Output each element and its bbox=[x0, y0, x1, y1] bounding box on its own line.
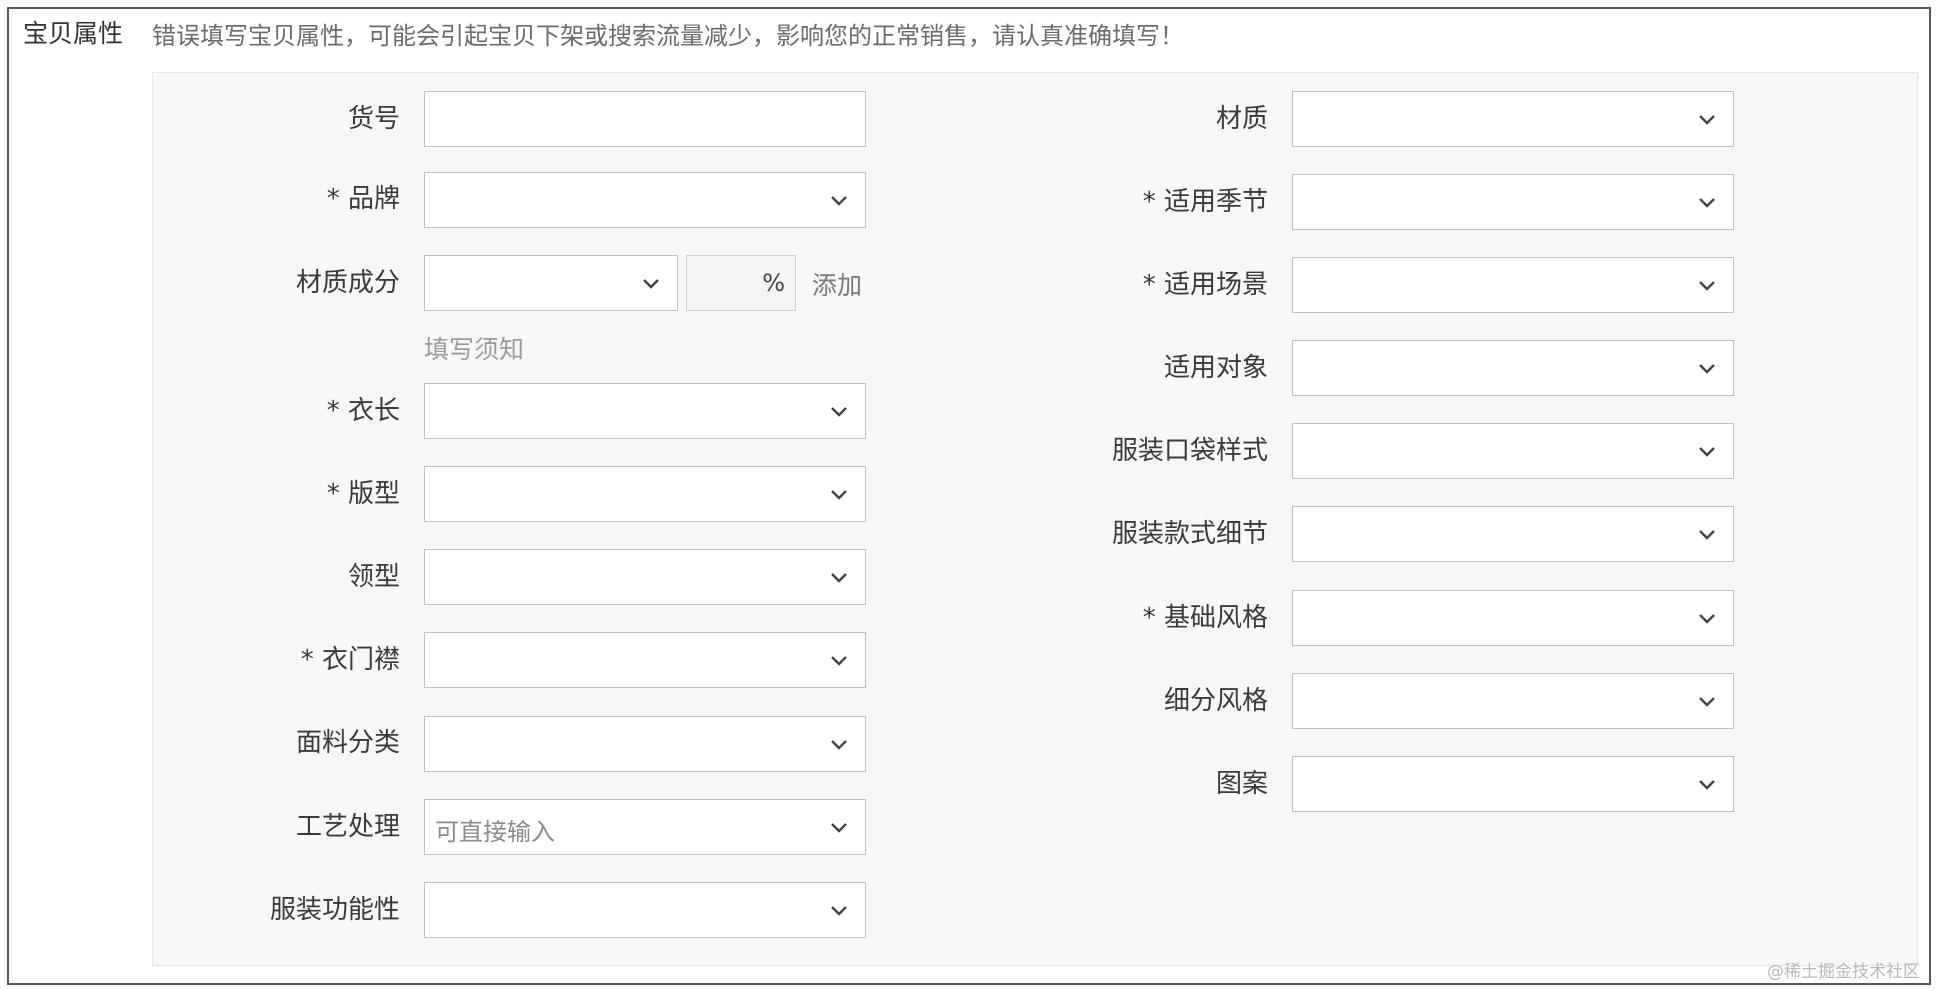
percent-symbol: % bbox=[762, 269, 785, 297]
label-collar: 领型 bbox=[347, 562, 400, 592]
fill-instructions-link[interactable]: 填写须知 bbox=[424, 330, 524, 366]
chevron-down-icon bbox=[1699, 614, 1715, 624]
label-style-detail: 服装款式细节 bbox=[1111, 519, 1268, 549]
material-composition-select[interactable] bbox=[424, 255, 678, 311]
chevron-down-icon bbox=[643, 279, 659, 289]
label-material: 材质 bbox=[1215, 104, 1268, 134]
label-target: 适用对象 bbox=[1163, 353, 1268, 383]
placket-select[interactable] bbox=[424, 632, 866, 688]
pocket-style-select[interactable] bbox=[1292, 423, 1734, 479]
label-scene: * 适用场景 bbox=[1142, 270, 1268, 300]
chevron-down-icon bbox=[831, 490, 847, 500]
label-material-composition: 材质成分 bbox=[295, 268, 400, 298]
pattern-select[interactable] bbox=[1292, 756, 1734, 812]
chevron-down-icon bbox=[831, 740, 847, 750]
chevron-down-icon bbox=[1699, 447, 1715, 457]
label-base-style: * 基础风格 bbox=[1142, 603, 1268, 633]
label-sub-style: 细分风格 bbox=[1163, 686, 1268, 716]
add-material-link[interactable]: 添加 bbox=[812, 266, 862, 302]
target-select[interactable] bbox=[1292, 340, 1734, 396]
chevron-down-icon bbox=[1699, 780, 1715, 790]
label-length: * 衣长 bbox=[326, 396, 400, 426]
fabric-category-select[interactable] bbox=[424, 716, 866, 772]
label-pattern: 图案 bbox=[1215, 769, 1268, 799]
chevron-down-icon bbox=[831, 407, 847, 417]
process-placeholder: 可直接输入 bbox=[435, 818, 555, 846]
chevron-down-icon bbox=[831, 823, 847, 833]
watermark: @稀土掘金技术社区 bbox=[1767, 962, 1920, 982]
chevron-down-icon bbox=[1699, 697, 1715, 707]
label-functionality: 服装功能性 bbox=[269, 895, 400, 925]
label-fabric-category: 面料分类 bbox=[295, 728, 400, 758]
material-percent-input[interactable]: % bbox=[686, 255, 796, 311]
length-select[interactable] bbox=[424, 383, 866, 439]
material-select[interactable] bbox=[1292, 91, 1734, 147]
chevron-down-icon bbox=[831, 196, 847, 206]
scene-select[interactable] bbox=[1292, 257, 1734, 313]
label-pocket-style: 服装口袋样式 bbox=[1111, 436, 1268, 466]
style-detail-select[interactable] bbox=[1292, 506, 1734, 562]
label-brand: * 品牌 bbox=[326, 184, 400, 214]
section-warning: 错误填写宝贝属性，可能会引起宝贝下架或搜索流量减少，影响您的正常销售，请认真准确… bbox=[152, 22, 1184, 50]
chevron-down-icon bbox=[1699, 198, 1715, 208]
chevron-down-icon bbox=[1699, 115, 1715, 125]
season-select[interactable] bbox=[1292, 174, 1734, 230]
collar-select[interactable] bbox=[424, 549, 866, 605]
process-select[interactable]: 可直接输入 bbox=[424, 799, 866, 855]
section-title: 宝贝属性 bbox=[23, 19, 124, 48]
chevron-down-icon bbox=[1699, 530, 1715, 540]
brand-select[interactable] bbox=[424, 172, 866, 228]
base-style-select[interactable] bbox=[1292, 590, 1734, 646]
label-fit: * 版型 bbox=[326, 479, 400, 509]
label-item-number: 货号 bbox=[347, 104, 400, 134]
chevron-down-icon bbox=[831, 906, 847, 916]
functionality-select[interactable] bbox=[424, 882, 866, 938]
chevron-down-icon bbox=[1699, 281, 1715, 291]
sub-style-select[interactable] bbox=[1292, 673, 1734, 729]
fit-select[interactable] bbox=[424, 466, 866, 522]
chevron-down-icon bbox=[831, 656, 847, 666]
chevron-down-icon bbox=[1699, 364, 1715, 374]
item-number-input[interactable] bbox=[424, 91, 866, 147]
chevron-down-icon bbox=[831, 573, 847, 583]
label-season: * 适用季节 bbox=[1142, 187, 1268, 217]
label-placket: * 衣门襟 bbox=[300, 645, 400, 675]
label-process: 工艺处理 bbox=[295, 812, 400, 842]
